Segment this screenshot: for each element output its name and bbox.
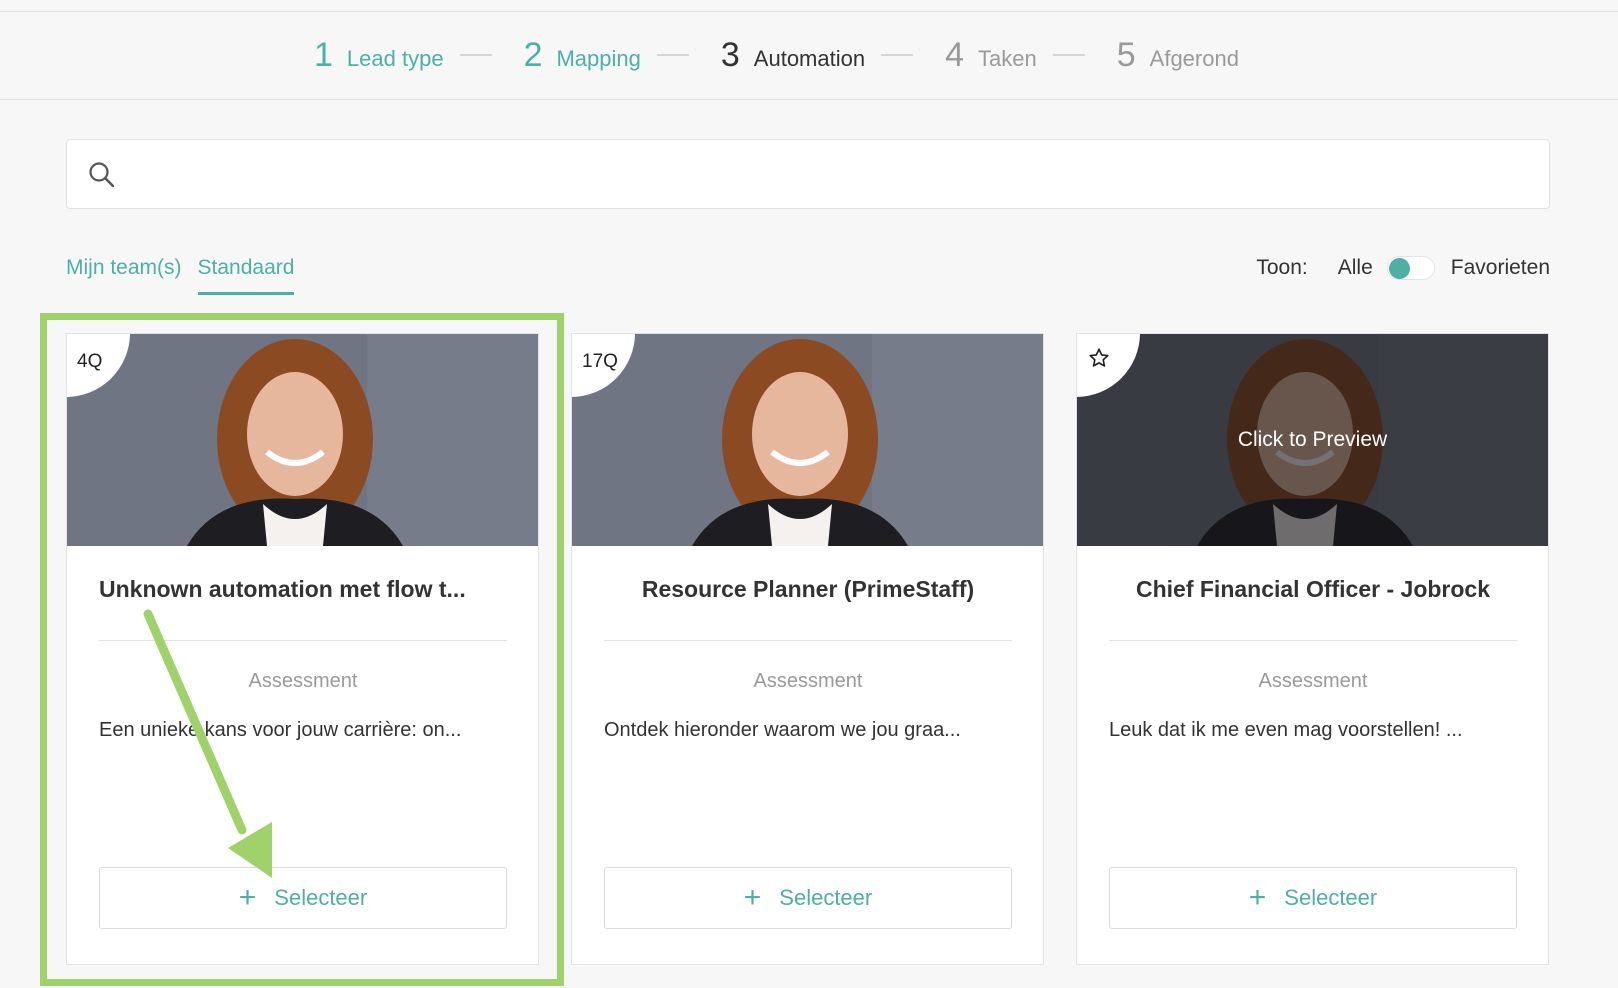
card-type: Assessment [753, 670, 863, 692]
person-photo [67, 334, 538, 546]
card-thumbnail[interactable]: 17Q [572, 334, 1043, 546]
card-title: Resource Planner (PrimeStaff) [641, 576, 975, 602]
card-divider [1109, 640, 1517, 641]
step-label: Automation [753, 45, 866, 71]
search-input[interactable] [131, 140, 1531, 208]
plus-icon: + [238, 881, 257, 914]
step-afgerond: 5 Afgerond [1117, 36, 1239, 75]
person-photo [572, 334, 1043, 546]
step-number: 2 [523, 35, 543, 74]
step-separator [656, 54, 689, 56]
step-label: Afgerond [1149, 45, 1239, 71]
step-number: 1 [314, 35, 333, 74]
step-number: 3 [720, 35, 740, 74]
filter-option-favorites[interactable]: Favorieten [1451, 256, 1550, 280]
preview-label: Click to Preview [1237, 428, 1388, 451]
step-separator [459, 54, 492, 56]
select-button[interactable]: + Selecteer [1109, 867, 1517, 929]
search-icon [89, 162, 115, 188]
favorites-toggle[interactable] [1386, 256, 1435, 280]
card-thumbnail[interactable]: 4Q [67, 334, 538, 546]
tab-standaard[interactable]: Standaard [197, 256, 295, 295]
step-mapping[interactable]: 2 Mapping [524, 36, 641, 75]
card-divider [99, 640, 507, 641]
step-number: 4 [945, 35, 965, 74]
automation-card[interactable]: 4Q Unknown automation met flow t... Asse… [66, 333, 539, 965]
step-label: Lead type [346, 45, 444, 71]
toggle-knob [1388, 258, 1410, 279]
plus-icon: + [743, 881, 762, 914]
steps: 1 Lead type 2 Mapping 3 Automation 4 Tak… [314, 12, 1239, 98]
step-taken: 4 Taken [945, 36, 1037, 75]
filter-label: Toon: [1256, 256, 1308, 279]
step-separator [1052, 54, 1085, 56]
step-automation: 3 Automation [721, 36, 865, 75]
select-button-label: Selecteer [1284, 885, 1378, 910]
filter-option-all[interactable]: Alle [1338, 256, 1373, 280]
favorites-filter: Toon: Alle Favorieten [1256, 256, 1550, 280]
star-icon[interactable] [1088, 347, 1110, 369]
card-divider [604, 640, 1012, 641]
automation-cards: 4Q Unknown automation met flow t... Asse… [66, 333, 1549, 965]
tab-mijn-teams[interactable]: Mijn team(s) [66, 256, 182, 295]
card-description: Leuk dat ik me even mag voorstellen! ... [1109, 719, 1463, 741]
step-label: Mapping [556, 45, 641, 71]
plus-icon: + [1248, 881, 1267, 914]
select-button-label: Selecteer [779, 885, 873, 910]
step-lead-type[interactable]: 1 Lead type [314, 36, 444, 75]
step-label: Taken [978, 45, 1037, 71]
select-button[interactable]: + Selecteer [604, 867, 1012, 929]
card-type: Assessment [1258, 670, 1368, 692]
select-button-label: Selecteer [274, 885, 368, 910]
select-button[interactable]: + Selecteer [99, 867, 507, 929]
wizard-stepper: 1 Lead type 2 Mapping 3 Automation 4 Tak… [0, 11, 1618, 100]
automation-card[interactable]: Click to Preview Chief Financial Officer… [1076, 333, 1549, 965]
step-separator [881, 54, 914, 56]
preview-overlay[interactable]: Click to Preview [1077, 334, 1548, 546]
card-title: Chief Financial Officer - Jobrock [1135, 576, 1491, 602]
card-title: Unknown automation met flow t... [99, 576, 466, 602]
card-type: Assessment [248, 670, 358, 692]
card-description: Een unieke kans voor jouw carrière: on..… [99, 719, 462, 741]
card-thumbnail[interactable]: Click to Preview [1077, 334, 1548, 546]
card-description: Ontdek hieronder waarom we jou graa... [604, 719, 961, 741]
step-number: 5 [1116, 35, 1136, 74]
search-bar [66, 139, 1550, 209]
tab-bar: Mijn team(s) Standaard [66, 256, 310, 295]
automation-card[interactable]: 17Q Resource Planner (PrimeStaff) Assess… [571, 333, 1044, 965]
